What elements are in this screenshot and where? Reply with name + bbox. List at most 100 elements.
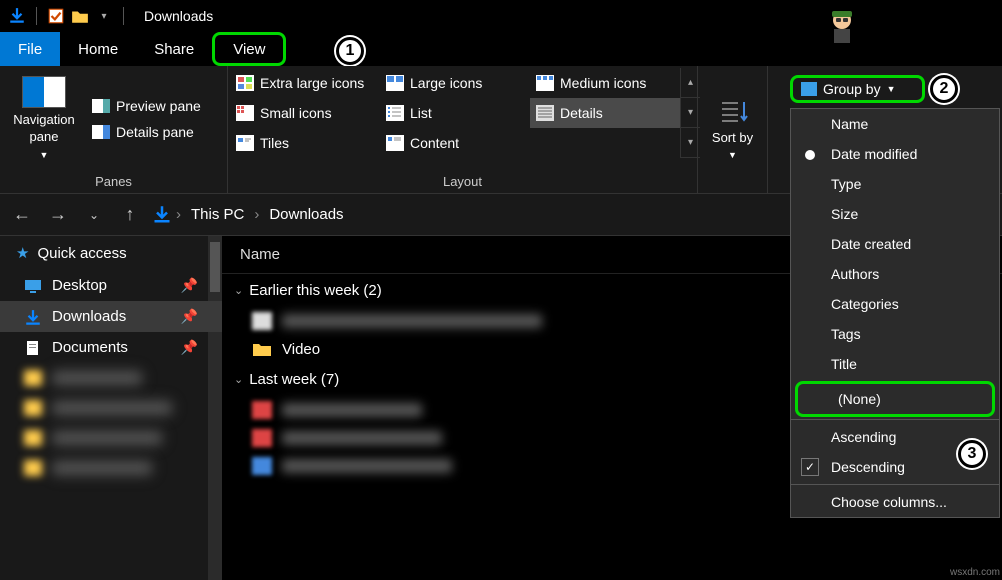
desktop-icon (24, 278, 42, 294)
chevron-down-icon: ▼ (887, 84, 896, 94)
preview-pane-label: Preview pane (116, 98, 201, 114)
sidebar-downloads[interactable]: Downloads 📌 (0, 301, 222, 332)
annotation-step-2: 2 (930, 75, 958, 103)
sidebar-desktop[interactable]: Desktop 📌 (0, 270, 222, 301)
qat-properties-icon[interactable] (47, 7, 65, 25)
layout-details[interactable]: Details (530, 98, 680, 128)
file-name: Video (282, 341, 320, 358)
group-by-wrap: Group by ▼ (790, 75, 925, 103)
group-by-button[interactable]: Group by ▼ (790, 75, 925, 103)
large-icon (386, 75, 404, 91)
downloads-icon (152, 205, 172, 225)
checkmark-icon: ✓ (801, 458, 819, 476)
up-button[interactable]: ↑ (116, 201, 144, 229)
sidebar-label: Quick access (37, 245, 126, 262)
small-icon (236, 105, 254, 121)
dd-label: Date modified (831, 146, 917, 162)
ribbon-sort-group: Sort by ▼ (698, 66, 768, 193)
details-pane-label: Details pane (116, 124, 194, 140)
file-icon (252, 401, 272, 419)
ribbon-panes-group: Navigation pane ▼ Preview pane Details p… (0, 66, 228, 193)
blurred-text (52, 461, 152, 475)
radio-selected-icon (805, 150, 815, 160)
dd-name[interactable]: Name (791, 109, 999, 139)
navigation-pane-button[interactable]: Navigation pane ▼ (6, 70, 82, 168)
qat-new-folder-icon[interactable] (71, 7, 89, 25)
crumb-sep-icon[interactable]: › (176, 206, 181, 223)
pin-icon: 📌 (181, 308, 198, 325)
sidebar-item-blurred[interactable] (0, 363, 222, 393)
chevron-down-icon: ⌄ (234, 284, 243, 297)
folder-icon (252, 340, 272, 358)
sidebar-documents[interactable]: Documents 📌 (0, 332, 222, 363)
blurred-text (52, 401, 172, 415)
layout-group-label: Layout (228, 172, 697, 193)
app-icon (8, 7, 26, 25)
blurred-text (282, 459, 452, 473)
documents-icon (24, 340, 42, 356)
layout-tiles[interactable]: Tiles (230, 128, 380, 158)
list-icon (386, 105, 404, 121)
tab-view[interactable]: View (212, 32, 286, 66)
group-by-label: Group by (823, 81, 881, 97)
qat-separator (36, 7, 37, 25)
watermark: wsxdn.com (950, 567, 1000, 578)
tab-share[interactable]: Share (136, 32, 212, 66)
crumb-this-pc[interactable]: This PC (185, 204, 250, 225)
recent-locations-button[interactable]: ⌄ (80, 201, 108, 229)
tab-home[interactable]: Home (60, 32, 136, 66)
dd-date-modified[interactable]: Date modified (791, 139, 999, 169)
extra-large-icon (236, 75, 254, 91)
tab-file[interactable]: File (0, 32, 60, 66)
dd-size[interactable]: Size (791, 199, 999, 229)
crumb-sep-icon[interactable]: › (254, 206, 259, 223)
sidebar-item-blurred[interactable] (0, 393, 222, 423)
navigation-pane-label: Navigation pane (6, 112, 82, 146)
back-button[interactable]: ← (8, 201, 36, 229)
sidebar-label: Downloads (52, 308, 126, 325)
sidebar: ★ Quick access Desktop 📌 Downloads 📌 Doc… (0, 236, 222, 580)
layout-label: Content (410, 135, 459, 151)
group-by-icon (801, 82, 817, 96)
sidebar-item-blurred[interactable] (0, 423, 222, 453)
folder-icon (24, 400, 42, 416)
preview-pane-button[interactable]: Preview pane (88, 96, 205, 116)
sort-by-button[interactable]: Sort by ▼ (703, 70, 763, 189)
blurred-text (52, 371, 142, 385)
dd-authors[interactable]: Authors (791, 259, 999, 289)
crumb-downloads[interactable]: Downloads (263, 204, 349, 225)
panes-group-label: Panes (0, 172, 227, 193)
layout-medium[interactable]: Medium icons (530, 68, 680, 98)
dd-title[interactable]: Title (791, 349, 999, 379)
layout-extra-large[interactable]: Extra large icons (230, 68, 380, 98)
pin-icon: 📌 (181, 277, 198, 294)
dd-tags[interactable]: Tags (791, 319, 999, 349)
layout-list[interactable]: List (380, 98, 530, 128)
star-icon: ★ (16, 244, 29, 262)
layout-small[interactable]: Small icons (230, 98, 380, 128)
layout-large[interactable]: Large icons (380, 68, 530, 98)
content-icon (386, 135, 404, 151)
navigation-pane-icon (22, 76, 66, 108)
dd-type[interactable]: Type (791, 169, 999, 199)
dd-choose-columns[interactable]: Choose columns... (791, 487, 999, 517)
medium-icon (536, 75, 554, 91)
group-label: Earlier this week (2) (249, 282, 382, 299)
annotation-step-3: 3 (958, 440, 986, 468)
forward-button[interactable]: → (44, 201, 72, 229)
tiles-icon (236, 135, 254, 151)
avatar-icon (822, 6, 862, 46)
dd-none[interactable]: (None) (795, 381, 995, 417)
group-label: Last week (7) (249, 371, 339, 388)
chevron-down-icon: ▼ (40, 150, 49, 162)
sidebar-quick-access[interactable]: ★ Quick access (0, 236, 222, 270)
details-pane-button[interactable]: Details pane (88, 122, 205, 142)
dd-categories[interactable]: Categories (791, 289, 999, 319)
folder-icon (24, 430, 42, 446)
dd-date-created[interactable]: Date created (791, 229, 999, 259)
layout-label: Large icons (410, 75, 482, 91)
layout-content[interactable]: Content (380, 128, 530, 158)
layout-label: Medium icons (560, 75, 646, 91)
sidebar-item-blurred[interactable] (0, 453, 222, 483)
qat-dropdown-icon[interactable]: ▾ (95, 7, 113, 25)
